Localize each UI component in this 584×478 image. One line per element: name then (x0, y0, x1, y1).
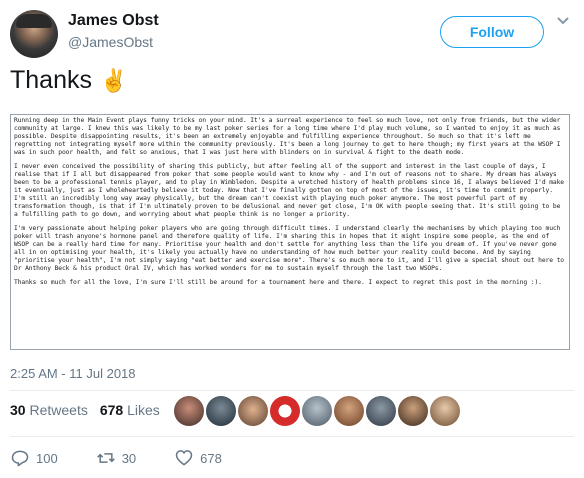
reply-icon (11, 450, 29, 467)
like-button[interactable]: 678 (174, 448, 222, 468)
tweet-timestamp[interactable]: 2:25 AM - 11 Jul 2018 (10, 366, 136, 381)
liker-avatar[interactable] (334, 396, 364, 426)
likes-label: Likes (127, 402, 160, 418)
tweet-actions: 100 30 678 (10, 448, 260, 468)
liker-avatar[interactable] (174, 396, 204, 426)
note-paragraph: I'm very passionate about helping poker … (14, 225, 564, 272)
note-paragraph: Running deep in the Main Event plays fun… (14, 117, 561, 156)
reply-button[interactable]: 100 (10, 448, 58, 468)
divider (10, 436, 574, 437)
victory-hand-emoji-icon: ✌ (99, 68, 128, 93)
tweet-text-body: Thanks (10, 66, 92, 94)
liker-avatar[interactable] (238, 396, 268, 426)
like-count: 678 (200, 450, 222, 466)
note-paragraph: I never even conceived the possibility o… (14, 163, 564, 218)
liker-avatar[interactable] (366, 396, 396, 426)
author-avatar[interactable] (10, 10, 58, 58)
retweets-label: Retweets (29, 402, 88, 418)
liker-avatar[interactable] (206, 396, 236, 426)
heart-icon (175, 450, 193, 466)
retweets-count: 30 (10, 402, 26, 418)
liker-avatars (174, 396, 460, 426)
liker-avatar[interactable] (270, 396, 300, 426)
divider (10, 390, 574, 391)
retweets-stat[interactable]: 30 Retweets (10, 402, 88, 418)
chevron-down-icon[interactable] (556, 16, 570, 26)
retweet-count: 30 (121, 450, 137, 466)
likes-count: 678 (99, 402, 124, 418)
likes-stat[interactable]: 678 Likes (100, 402, 160, 418)
retweet-icon (96, 453, 115, 463)
author-handle[interactable]: @JamesObst (68, 34, 153, 50)
tweet-text: Thanks ✌ (10, 66, 127, 95)
note-paragraph: Thanks so much for all the love, I'm sur… (14, 279, 542, 286)
attached-note-image[interactable]: Running deep in the Main Event plays fun… (10, 114, 570, 350)
liker-avatar[interactable] (398, 396, 428, 426)
author-display-name[interactable]: James Obst (68, 12, 159, 30)
liker-avatar[interactable] (430, 396, 460, 426)
follow-button[interactable]: Follow (440, 16, 544, 48)
reply-count: 100 (36, 450, 58, 466)
retweet-button[interactable]: 30 (96, 448, 136, 468)
engagement-stats: 30 Retweets 678 Likes (10, 402, 160, 418)
liker-avatar[interactable] (302, 396, 332, 426)
